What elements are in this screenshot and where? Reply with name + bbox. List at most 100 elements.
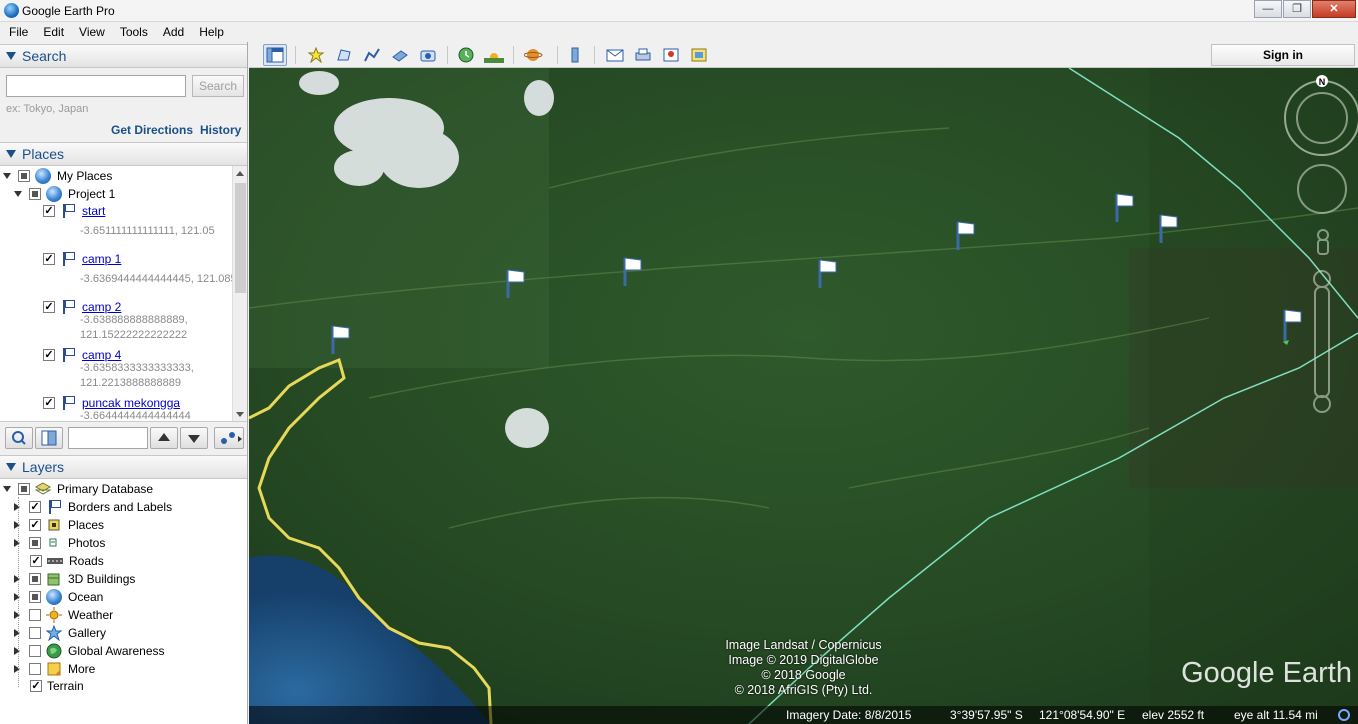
look-joystick[interactable] — [1297, 164, 1347, 214]
checkbox[interactable]: ✓ — [43, 397, 55, 409]
checkbox[interactable] — [29, 188, 41, 200]
menu-edit[interactable]: Edit — [34, 25, 70, 39]
checkbox[interactable]: ✓ — [43, 301, 55, 313]
expand-arrow-icon[interactable] — [14, 539, 20, 547]
tree-item-project[interactable]: Project 1 — [14, 185, 115, 203]
layer-item[interactable]: Photos — [14, 534, 105, 552]
checkbox[interactable] — [18, 170, 30, 182]
places-section-header[interactable]: Places — [0, 142, 247, 166]
layer-item[interactable]: ✓ Borders and Labels — [14, 498, 172, 516]
layers-section-header[interactable]: Layers — [0, 455, 247, 479]
placemark-item[interactable]: ✓ start — [43, 202, 105, 220]
checkbox[interactable] — [29, 627, 41, 639]
tree-item-my-places[interactable]: My Places — [3, 167, 112, 185]
sign-in-button[interactable]: Sign in — [1211, 44, 1355, 66]
placemark-flag-icon[interactable] — [623, 257, 642, 286]
menu-view[interactable]: View — [70, 25, 111, 39]
move-down-button[interactable] — [180, 427, 208, 449]
search-places-button[interactable] — [5, 427, 33, 449]
placemark-flag-icon[interactable] — [818, 259, 837, 288]
placemark-link[interactable]: start — [82, 204, 105, 218]
placemark-link[interactable]: camp 4 — [82, 348, 121, 362]
record-tour-button[interactable] — [416, 44, 440, 66]
expand-arrow-icon[interactable] — [14, 647, 20, 655]
toggle-panel-button[interactable] — [35, 427, 63, 449]
view-in-maps-button[interactable] — [659, 44, 683, 66]
add-path-button[interactable] — [360, 44, 384, 66]
menu-add[interactable]: Add — [154, 25, 190, 39]
search-section-header[interactable]: Search — [0, 44, 247, 68]
expand-arrow-icon[interactable] — [14, 503, 20, 511]
layer-item[interactable]: Ocean — [14, 588, 103, 606]
layer-item[interactable]: More — [14, 660, 95, 678]
checkbox[interactable] — [29, 609, 41, 621]
placemark-link[interactable]: camp 2 — [82, 300, 121, 314]
layer-item[interactable]: Weather — [14, 606, 113, 624]
history-link[interactable]: History — [200, 123, 241, 137]
switch-planet-button[interactable] — [522, 44, 546, 66]
expand-arrow-icon[interactable] — [14, 191, 22, 197]
layer-item[interactable]: ✓ Roads — [30, 552, 104, 570]
checkbox[interactable] — [29, 573, 41, 585]
checkbox[interactable] — [18, 483, 30, 495]
layer-item-primary-database[interactable]: Primary Database — [3, 480, 153, 498]
layer-item[interactable]: ✓ Places — [14, 516, 104, 534]
layer-item[interactable]: 3D Buildings — [14, 570, 135, 588]
placemark-flag-icon[interactable] — [506, 269, 525, 298]
places-filter-input[interactable] — [68, 427, 148, 449]
checkbox[interactable] — [29, 663, 41, 675]
navigation-controls[interactable]: N — [1279, 72, 1358, 422]
expand-arrow-icon[interactable] — [14, 611, 20, 619]
zoom-slider[interactable] — [1313, 270, 1331, 413]
search-button[interactable]: Search — [192, 75, 244, 97]
expand-arrow-icon[interactable] — [14, 521, 20, 529]
placemark-link[interactable]: puncak mekongga — [82, 396, 180, 410]
checkbox[interactable]: ✓ — [43, 205, 55, 217]
map-viewport[interactable]: N Image Landsat / Copernicus Image © 201… — [249, 68, 1358, 724]
expand-arrow-icon[interactable] — [14, 629, 20, 637]
maximize-button[interactable]: ❐ — [1283, 0, 1311, 18]
tour-button[interactable] — [214, 427, 244, 449]
save-image-button[interactable] — [687, 44, 711, 66]
places-scrollbar[interactable] — [232, 166, 247, 421]
placemark-flag-icon[interactable] — [331, 325, 350, 354]
get-directions-link[interactable]: Get Directions — [111, 123, 193, 137]
sidebar-toggle-button[interactable] — [263, 44, 287, 66]
checkbox[interactable]: ✓ — [30, 555, 42, 567]
scroll-down-arrow-icon[interactable] — [236, 412, 244, 417]
layer-item[interactable]: Global Awareness — [14, 642, 165, 660]
search-input[interactable] — [6, 75, 186, 97]
placemark-flag-icon[interactable] — [956, 221, 975, 250]
move-up-button[interactable] — [150, 427, 178, 449]
historical-imagery-button[interactable] — [454, 44, 478, 66]
menu-file[interactable]: File — [0, 25, 34, 39]
print-button[interactable] — [631, 44, 655, 66]
checkbox[interactable]: ✓ — [29, 519, 41, 531]
sunlight-button[interactable] — [482, 44, 506, 66]
expand-arrow-icon[interactable] — [14, 575, 20, 583]
layer-item[interactable]: ✓ Terrain — [30, 677, 84, 695]
menu-tools[interactable]: Tools — [111, 25, 154, 39]
checkbox[interactable]: ✓ — [29, 501, 41, 513]
street-view-pegman-icon[interactable] — [1317, 229, 1329, 255]
checkbox[interactable] — [29, 591, 41, 603]
checkbox[interactable]: ✓ — [43, 253, 55, 265]
scroll-thumb[interactable] — [235, 183, 246, 293]
placemark-flag-icon[interactable] — [1159, 214, 1178, 243]
expand-arrow-icon[interactable] — [14, 593, 20, 601]
add-polygon-button[interactable] — [332, 44, 356, 66]
add-placemark-button[interactable] — [304, 44, 328, 66]
expand-arrow-icon[interactable] — [3, 173, 11, 179]
checkbox[interactable]: ✓ — [30, 680, 42, 692]
placemark-item[interactable]: ✓ camp 1 — [43, 250, 121, 268]
email-button[interactable] — [603, 44, 627, 66]
checkbox[interactable] — [29, 537, 41, 549]
ruler-button[interactable] — [563, 44, 587, 66]
expand-arrow-icon[interactable] — [3, 486, 11, 492]
checkbox[interactable] — [29, 645, 41, 657]
close-button[interactable]: ✕ — [1312, 0, 1356, 18]
menu-help[interactable]: Help — [190, 25, 230, 39]
placemark-flag-icon[interactable] — [1115, 193, 1134, 222]
scroll-up-arrow-icon[interactable] — [236, 171, 244, 176]
compass-ring[interactable]: N — [1284, 75, 1358, 156]
